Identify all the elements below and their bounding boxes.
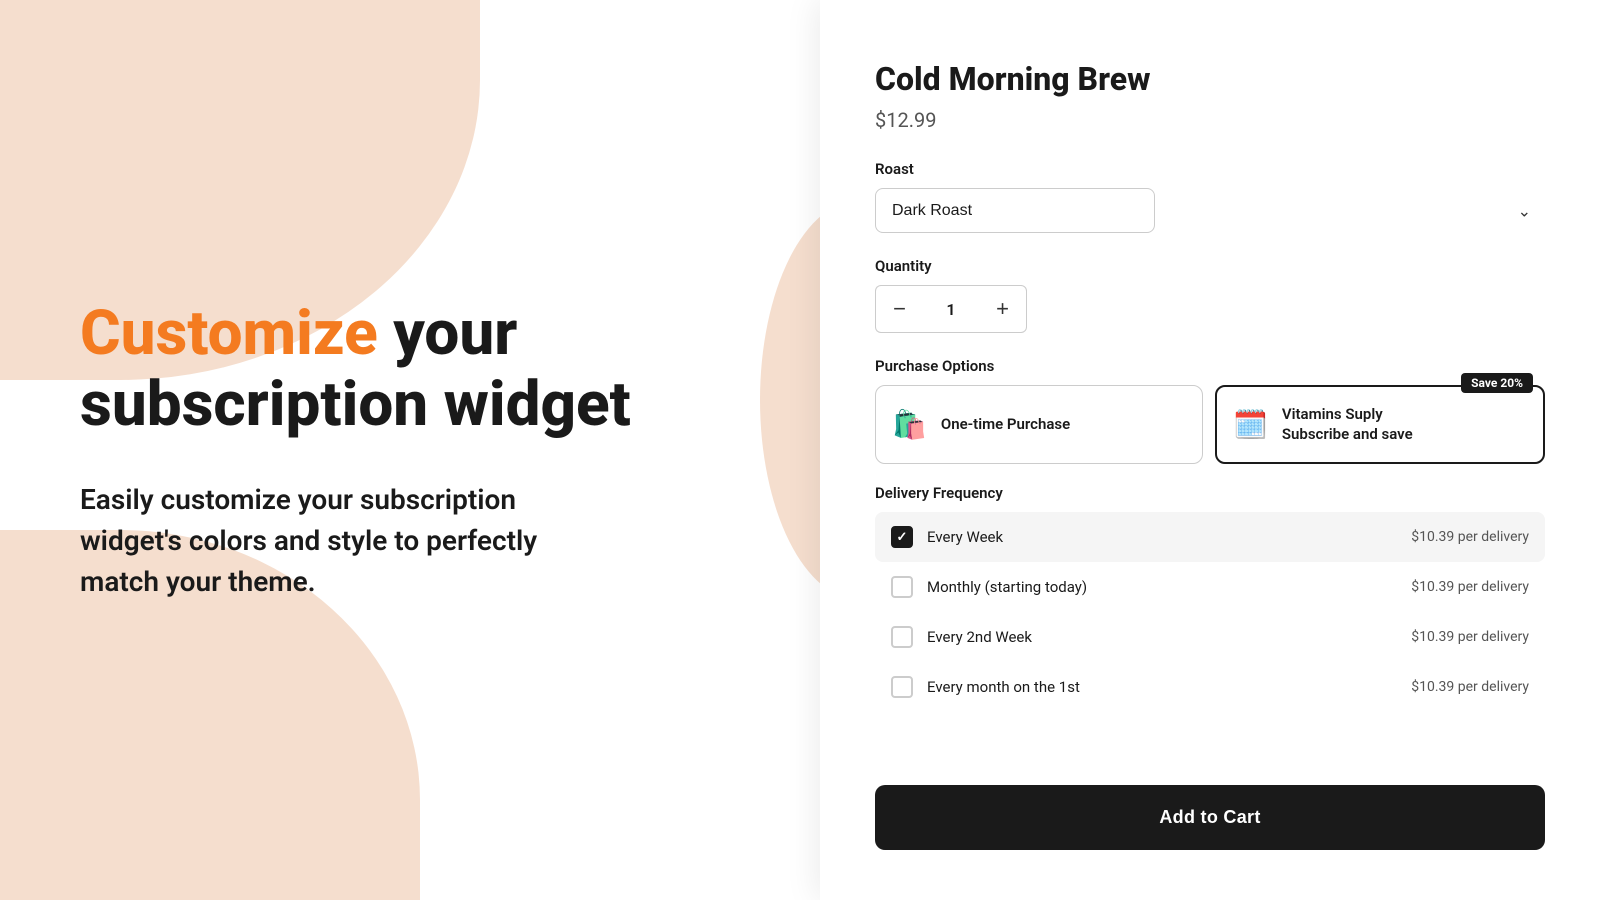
- quantity-value: 1: [923, 285, 979, 333]
- delivery-frequency-section: Delivery Frequency Every Week $10.39 per…: [875, 484, 1545, 712]
- subscribe-label: Vitamins SuplySubscribe and save: [1282, 405, 1413, 444]
- frequency-monthly-1st[interactable]: Every month on the 1st $10.39 per delive…: [875, 662, 1545, 712]
- freq-price-every-2nd-week: $10.39 per delivery: [1411, 629, 1529, 645]
- frequency-every-2nd-week[interactable]: Every 2nd Week $10.39 per delivery: [875, 612, 1545, 662]
- purchase-option-one-time[interactable]: 🛍️ One-time Purchase: [875, 385, 1203, 464]
- quantity-section: Quantity − 1 +: [875, 257, 1545, 333]
- freq-price-every-week: $10.39 per delivery: [1411, 529, 1529, 545]
- purchase-options-grid: 🛍️ One-time Purchase Save 20% 🗓️ Vitamin…: [875, 385, 1545, 464]
- left-content: Customize yoursubscription widget Easily…: [0, 0, 860, 900]
- purchase-option-subscribe[interactable]: Save 20% 🗓️ Vitamins SuplySubscribe and …: [1215, 385, 1545, 464]
- freq-price-monthly-today: $10.39 per delivery: [1411, 579, 1529, 595]
- roast-label: Roast: [875, 160, 1545, 178]
- checkbox-monthly-today: [891, 576, 913, 598]
- purchase-options-label: Purchase Options: [875, 357, 1545, 375]
- headline-orange: Customize: [80, 297, 378, 370]
- add-to-cart-button[interactable]: Add to Cart: [875, 785, 1545, 850]
- purchase-options-section: Purchase Options 🛍️ One-time Purchase Sa…: [875, 357, 1545, 464]
- product-price: $12.99: [875, 108, 1545, 132]
- quantity-increment-button[interactable]: +: [979, 285, 1027, 333]
- main-headline: Customize yoursubscription widget: [80, 298, 631, 441]
- frequency-every-week[interactable]: Every Week $10.39 per delivery: [875, 512, 1545, 562]
- quantity-decrement-button[interactable]: −: [875, 285, 923, 333]
- one-time-icon: 🛍️: [892, 408, 927, 441]
- subtext: Easily customize your subscriptionwidget…: [80, 480, 631, 602]
- freq-label-every-week: Every Week: [927, 528, 1003, 546]
- roast-select-wrapper[interactable]: Dark Roast Medium Roast Light Roast ⌄: [875, 188, 1545, 233]
- product-title: Cold Morning Brew: [875, 60, 1545, 98]
- checkbox-every-2nd-week: [891, 626, 913, 648]
- chevron-down-icon: ⌄: [1518, 201, 1531, 220]
- left-text: Customize yoursubscription widget Easily…: [80, 298, 631, 602]
- subscribe-icon: 🗓️: [1233, 408, 1268, 441]
- checkbox-monthly-1st: [891, 676, 913, 698]
- one-time-label: One-time Purchase: [941, 415, 1070, 435]
- freq-label-every-2nd-week: Every 2nd Week: [927, 628, 1032, 646]
- freq-label-monthly-1st: Every month on the 1st: [927, 678, 1080, 696]
- product-widget: Cold Morning Brew $12.99 Roast Dark Roas…: [820, 0, 1600, 900]
- checkbox-every-week: [891, 526, 913, 548]
- frequency-list: Every Week $10.39 per delivery Monthly (…: [875, 512, 1545, 712]
- quantity-label: Quantity: [875, 257, 1545, 275]
- quantity-controls: − 1 +: [875, 285, 1545, 333]
- freq-price-monthly-1st: $10.39 per delivery: [1411, 679, 1529, 695]
- delivery-label: Delivery Frequency: [875, 484, 1545, 502]
- roast-select[interactable]: Dark Roast Medium Roast Light Roast: [875, 188, 1155, 233]
- frequency-monthly-today[interactable]: Monthly (starting today) $10.39 per deli…: [875, 562, 1545, 612]
- save-badge: Save 20%: [1461, 373, 1533, 393]
- freq-label-monthly-today: Monthly (starting today): [927, 578, 1087, 596]
